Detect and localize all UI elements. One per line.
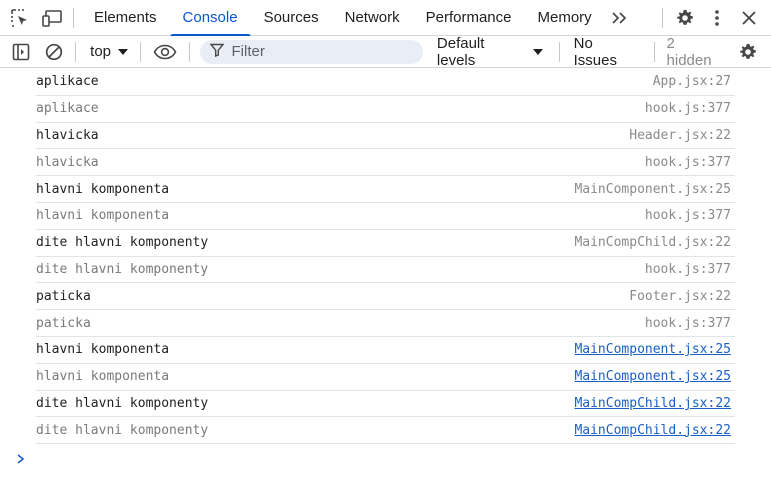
log-source-link[interactable]: hook.js:377 bbox=[645, 101, 731, 116]
toolbar-separator bbox=[75, 41, 77, 62]
log-message: aplikace bbox=[36, 74, 99, 90]
log-message: dite hlavni komponenty bbox=[36, 235, 209, 251]
log-message: paticka bbox=[36, 315, 91, 331]
log-source-link[interactable]: MainComponent.jsx:25 bbox=[574, 342, 731, 357]
log-row: hlavni komponenta hook.js:377 bbox=[36, 203, 735, 230]
log-row: dite hlavni komponenty hook.js:377 bbox=[36, 257, 735, 284]
tab-label: Memory bbox=[537, 9, 592, 26]
tab-sources[interactable]: Sources bbox=[251, 0, 332, 36]
filter-box[interactable] bbox=[199, 39, 423, 64]
chevron-down-icon bbox=[118, 48, 129, 55]
chevron-down-icon bbox=[532, 48, 543, 55]
log-row: aplikace hook.js:377 bbox=[36, 96, 735, 123]
tab-network[interactable]: Network bbox=[332, 0, 413, 36]
log-row: aplikace App.jsx:27 bbox=[36, 69, 735, 96]
tab-elements[interactable]: Elements bbox=[81, 0, 170, 36]
tab-performance[interactable]: Performance bbox=[413, 0, 525, 36]
log-source-link[interactable]: hook.js:377 bbox=[645, 316, 731, 331]
toolbar-separator bbox=[140, 41, 142, 62]
log-source-link[interactable]: MainComponent.jsx:25 bbox=[574, 182, 731, 197]
log-source-link[interactable]: MainCompChild.jsx:22 bbox=[574, 396, 731, 411]
log-message: hlavni komponenta bbox=[36, 369, 170, 385]
device-toolbar-icon[interactable] bbox=[36, 0, 68, 36]
log-message: dite hlavni komponenty bbox=[36, 261, 209, 277]
tab-label: Network bbox=[344, 9, 400, 26]
issues-label: No Issues bbox=[573, 34, 617, 69]
log-row: dite hlavni komponenty MainCompChild.jsx:… bbox=[36, 391, 735, 418]
settings-gear-icon[interactable] bbox=[669, 0, 701, 36]
tab-label: Performance bbox=[425, 9, 512, 26]
hidden-label: 2 hidden bbox=[666, 34, 712, 69]
log-row: dite hlavni komponenty MainCompChild.jsx:… bbox=[36, 230, 735, 257]
filter-icon bbox=[209, 43, 225, 61]
log-source-link[interactable]: MainComponent.jsx:25 bbox=[574, 369, 731, 384]
tab-label: Sources bbox=[263, 9, 319, 26]
log-message: dite hlavni komponenty bbox=[36, 422, 209, 438]
log-row: hlavni komponenta MainComponent.jsx:25 bbox=[36, 176, 735, 203]
console-prompt-chevron-icon[interactable] bbox=[14, 452, 28, 466]
tabbar-right-controls bbox=[656, 0, 771, 36]
execution-context-select[interactable]: top bbox=[80, 36, 136, 68]
devtools-tabbar: Elements Console Sources Network Perform… bbox=[0, 0, 771, 37]
tabbar-separator bbox=[73, 7, 74, 28]
log-row: paticka Footer.jsx:22 bbox=[36, 283, 735, 311]
log-source-link[interactable]: MainCompChild.jsx:22 bbox=[574, 423, 731, 438]
console-toolbar: top Default levels No Issues 2 hidden bbox=[0, 34, 771, 69]
levels-label: Default levels bbox=[436, 34, 485, 69]
clear-console-icon[interactable] bbox=[38, 36, 72, 68]
log-message: hlavni komponenta bbox=[36, 181, 170, 197]
tab-console[interactable]: Console bbox=[169, 0, 251, 37]
filter-input[interactable] bbox=[231, 43, 412, 60]
log-message: hlavni komponenta bbox=[36, 342, 170, 358]
tabbar-separator bbox=[662, 8, 663, 28]
toolbar-separator bbox=[188, 41, 190, 62]
log-message: paticka bbox=[36, 288, 91, 304]
log-row: dite hlavni komponenty MainCompChild.jsx:… bbox=[36, 417, 735, 445]
log-message: aplikace bbox=[36, 101, 99, 117]
log-row: paticka hook.js:377 bbox=[36, 310, 735, 337]
live-expression-eye-icon[interactable] bbox=[145, 36, 185, 68]
show-sidebar-icon[interactable] bbox=[4, 36, 38, 68]
inspect-element-icon[interactable] bbox=[4, 0, 36, 36]
tab-label: Console bbox=[182, 9, 238, 26]
log-row: hlavni komponenta MainComponent.jsx:25 bbox=[36, 364, 735, 391]
log-message: hlavicka bbox=[36, 127, 99, 143]
log-source-link[interactable]: Header.jsx:22 bbox=[629, 128, 731, 143]
log-source-link[interactable]: hook.js:377 bbox=[645, 208, 731, 223]
kebab-menu-icon[interactable] bbox=[701, 0, 733, 36]
hidden-messages-count: 2 hidden bbox=[659, 34, 732, 69]
toolbar-separator bbox=[653, 41, 655, 62]
toolbar-separator bbox=[558, 41, 560, 62]
log-row: hlavicka Header.jsx:22 bbox=[36, 123, 735, 150]
console-settings-gear-icon[interactable] bbox=[731, 36, 765, 68]
log-row: hlavni komponenta MainComponent.jsx:25 bbox=[36, 337, 735, 364]
issues-button[interactable]: No Issues bbox=[564, 34, 650, 69]
log-message: hlavni komponenta bbox=[36, 208, 170, 224]
log-levels-select[interactable]: Default levels bbox=[423, 34, 555, 69]
tab-memory[interactable]: Memory bbox=[525, 0, 605, 36]
log-source-link[interactable]: Footer.jsx:22 bbox=[629, 289, 731, 304]
more-tabs-icon[interactable] bbox=[605, 0, 633, 36]
log-message: hlavicka bbox=[36, 154, 99, 170]
log-message: dite hlavni komponenty bbox=[36, 395, 209, 411]
log-source-link[interactable]: hook.js:377 bbox=[645, 155, 731, 170]
log-source-link[interactable]: App.jsx:27 bbox=[653, 74, 731, 89]
close-icon[interactable] bbox=[733, 0, 765, 36]
log-row: hlavicka hook.js:377 bbox=[36, 149, 735, 177]
log-source-link[interactable]: hook.js:377 bbox=[645, 262, 731, 277]
log-source-link[interactable]: MainCompChild.jsx:22 bbox=[574, 235, 731, 250]
console-log: aplikace App.jsx:27 aplikace hook.js:377 hla… bbox=[0, 69, 771, 445]
tab-label: Elements bbox=[94, 9, 157, 26]
context-value: top bbox=[90, 43, 112, 60]
